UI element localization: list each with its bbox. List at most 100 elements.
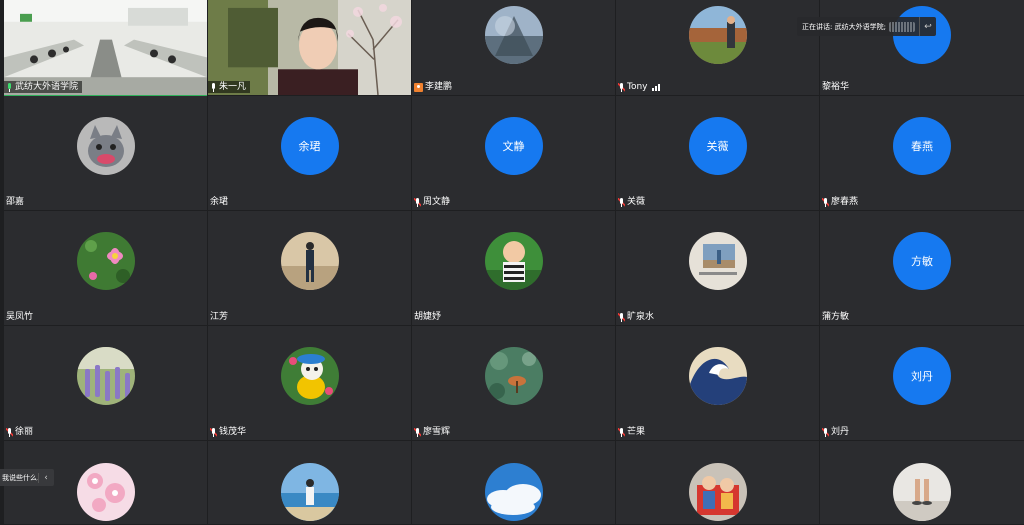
speaking-indicator[interactable]: 正在讲话: 武纺大外语学院; ↩ [797,17,936,36]
chat-hint-text: 我说些什么... [2,473,38,482]
participant-name-tag: 旷泉水 [616,311,658,323]
participant-tile[interactable]: 关薇 关薇 [616,96,819,211]
participant-name-tag: 廖雪辉 [412,426,454,438]
participant-name: 邵嘉 [6,197,25,207]
participant-name-tag: 廖春燕 [820,196,862,208]
participant-name: 徐丽 [15,427,34,437]
microphone-muted-icon [618,82,625,92]
participant-grid: 武纺大外语学院 朱一凡 李建鹏 Tony 黎裕华 邵嘉 余珺 余珺 文静 周文静 关薇 关薇 春燕 廖春燕… [4,0,1024,525]
avatar: 关薇 [688,117,747,175]
participant-name-tag: 邵嘉 [4,196,28,208]
participant-name-tag: 钱茂华 [208,426,250,438]
avatar [76,232,135,290]
participant-tile[interactable]: 吴凤竹 [4,211,207,326]
participant-name-tag: 黎裕华 [820,81,853,93]
participant-tile[interactable]: 文静周文静 [412,96,615,211]
participant-name-tag: 江芳 [208,311,232,323]
participant-name: 周文静 [423,197,451,207]
participant-tile[interactable]: Tony [616,0,819,96]
avatar [484,347,543,405]
participant-name-tag: 朱一凡 [208,81,251,93]
avatar-initials: 文静 [502,140,525,153]
participant-tile[interactable]: 朱一凡 [208,0,411,96]
avatar [688,347,747,405]
microphone-muted-icon [822,427,829,437]
participant-tile[interactable]: 方敏蒲方敏 [820,211,1024,326]
participant-tile[interactable]: 芒果 [616,326,819,441]
participant-name: 钱茂华 [219,427,247,437]
participant-tile[interactable]: 旷泉水 [616,211,819,326]
participant-tile[interactable]: 春燕廖春燕 [820,96,1024,211]
participant-tile[interactable]: 江芳 [208,211,411,326]
participant-name-tag: 蒲方敏 [820,311,853,323]
avatar-initials: 春燕 [911,140,933,153]
participant-name: 蒲方敏 [822,312,850,322]
participant-tile[interactable] [208,441,411,525]
participant-tile[interactable]: 李建鹏 [412,0,615,96]
microphone-muted-icon [210,427,217,437]
participant-name: 廖雪辉 [423,427,451,437]
participant-name: 芒果 [627,427,646,437]
participant-name-tag: 芒果 [616,426,649,438]
avatar [484,463,543,521]
participant-name-tag: 余珺 [208,196,232,208]
microphone-muted-icon [414,427,421,437]
participant-name: 李建鹏 [425,82,453,92]
collapse-arrow-icon[interactable]: ↩ [919,17,936,36]
participant-name-tag: Tony [616,81,664,93]
participant-name-tag: 李建鹏 [412,81,456,93]
participant-tile[interactable]: 邵嘉 [4,96,207,211]
microphone-muted-icon [414,197,421,207]
avatar [280,232,339,290]
avatar: 刘丹 [893,347,951,405]
avatar [484,6,543,64]
avatar [484,232,543,290]
avatar: 春燕 [893,117,951,175]
microphone-icon [210,82,217,92]
microphone-muted-icon [6,427,13,437]
avatar [76,463,135,521]
camera-icon [414,82,423,92]
participant-name: 旷泉水 [627,312,655,322]
avatar [76,347,135,405]
participant-name-tag: 徐丽 [4,426,37,438]
participant-name: 武纺大外语学院 [15,82,79,92]
participant-name: 余珺 [210,197,229,207]
avatar-initials: 关薇 [706,140,729,153]
avatar [76,117,135,175]
participant-tile[interactable]: 徐丽 [4,326,207,441]
chevron-left-icon[interactable]: ‹ [38,472,53,483]
avatar-initials: 方敏 [911,255,933,268]
chat-input-hint[interactable]: 我说些什么... ‹ [0,469,54,486]
participant-tile[interactable]: 廖雪辉 [412,326,615,441]
speaking-text: 正在讲话: 武纺大外语学院; [802,22,886,31]
participant-name: 胡婕妤 [414,312,442,322]
participant-name: 黎裕华 [822,82,850,92]
participant-name: Tony [627,82,648,92]
participant-name: 江芳 [210,312,229,322]
participant-tile[interactable]: 黎裕华 [820,0,1024,96]
microphone-icon [6,82,13,92]
audio-wave-icon [888,21,915,32]
avatar [688,6,747,64]
avatar: 方敏 [893,232,951,290]
participant-tile[interactable]: 钱茂华 [208,326,411,441]
participant-tile[interactable] [820,441,1024,525]
participant-name-tag: 胡婕妤 [412,311,445,323]
microphone-muted-icon [822,197,829,207]
participant-name: 廖春燕 [831,197,859,207]
participant-name: 刘丹 [831,427,850,437]
participant-tile[interactable]: 刘丹 刘丹 [820,326,1024,441]
participant-tile[interactable]: 胡婕妤 [412,211,615,326]
participant-name: 朱一凡 [219,82,247,92]
participant-name-tag: 周文静 [412,196,454,208]
avatar-initials: 刘丹 [911,370,933,383]
avatar [280,463,339,521]
participant-tile[interactable]: 武纺大外语学院 [4,0,207,96]
participant-tile[interactable]: 余珺 余珺 [208,96,411,211]
participant-tile[interactable] [616,441,819,525]
avatar: 文静 [484,117,543,175]
microphone-muted-icon [618,427,625,437]
participant-name-tag: 武纺大外语学院 [4,81,83,93]
participant-tile[interactable] [412,441,615,525]
